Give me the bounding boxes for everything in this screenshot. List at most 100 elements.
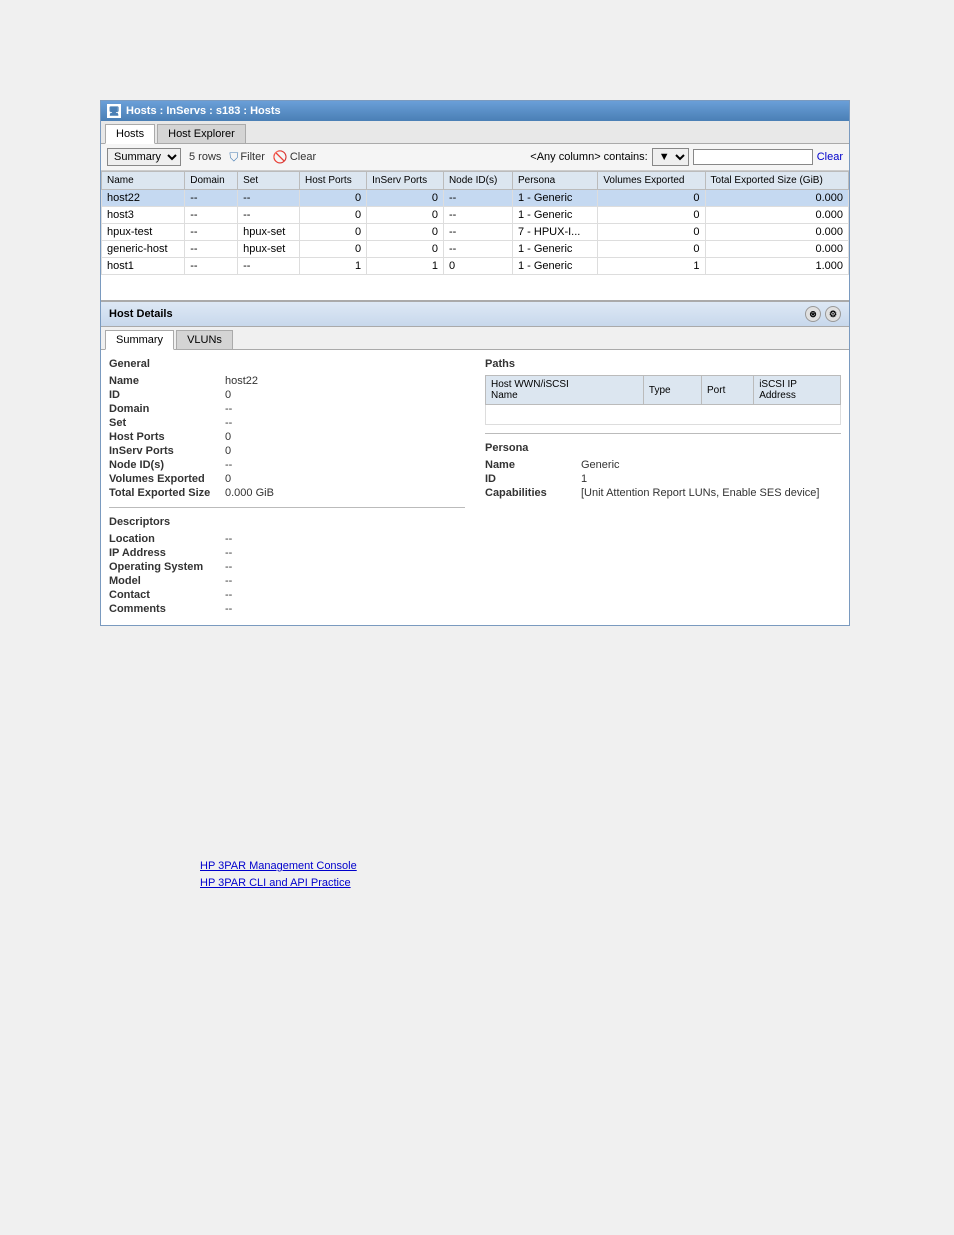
field-label: Set: [109, 417, 219, 429]
cell-volumes_exported: 0: [598, 224, 705, 241]
cell-node_id: --: [443, 224, 512, 241]
general-field-row: ID0: [109, 389, 465, 401]
section-title: Host Details: [109, 308, 173, 320]
tab-vluns[interactable]: VLUNs: [176, 330, 233, 349]
col-persona[interactable]: Persona: [512, 172, 597, 190]
paths-col-type[interactable]: Type: [643, 376, 701, 405]
field-value: [Unit Attention Report LUNs, Enable SES …: [581, 487, 819, 499]
field-label: Node ID(s): [109, 459, 219, 471]
paths-col-iscsi-ip[interactable]: iSCSI IPAddress: [754, 376, 841, 405]
footer-link-2[interactable]: HP 3PAR CLI and API Practice: [200, 877, 357, 889]
cell-name: host22: [102, 190, 185, 207]
clear-icon: 🚫: [273, 150, 288, 164]
details-right: Paths Host WWN/iSCSIName Type Port iSCSI…: [485, 358, 841, 617]
field-value: 0.000 GiB: [225, 487, 274, 499]
paths-col-wwn[interactable]: Host WWN/iSCSIName: [486, 376, 644, 405]
field-label: Comments: [109, 603, 219, 615]
cell-persona: 1 - Generic: [512, 207, 597, 224]
table-row[interactable]: host22----00--1 - Generic00.000: [102, 190, 849, 207]
field-value: 0: [225, 473, 231, 485]
field-label: ID: [485, 473, 575, 485]
cell-total_exported_size: 0.000: [705, 190, 848, 207]
title-bar: 🖥 Hosts : InServs : s183 : Hosts: [101, 101, 849, 121]
general-field-row: Host Ports0: [109, 431, 465, 443]
cell-domain: --: [185, 241, 238, 258]
section-icons: ⊛ ⚙: [805, 306, 841, 322]
table-row[interactable]: host1----1101 - Generic11.000: [102, 258, 849, 275]
field-label: Capabilities: [485, 487, 575, 499]
cell-persona: 1 - Generic: [512, 190, 597, 207]
cell-name: host1: [102, 258, 185, 275]
table-row[interactable]: hpux-test--hpux-set00--7 - HPUX-I...00.0…: [102, 224, 849, 241]
field-value: --: [225, 533, 232, 545]
general-field-row: Volumes Exported0: [109, 473, 465, 485]
toolbar: Summary 5 rows ⛉ Filter 🚫 Clear <Any col…: [101, 144, 849, 171]
section-icon-2[interactable]: ⚙: [825, 306, 841, 322]
field-value: 0: [225, 445, 231, 457]
col-node-id[interactable]: Node ID(s): [443, 172, 512, 190]
general-field-row: Namehost22: [109, 375, 465, 387]
tab-summary[interactable]: Summary: [105, 330, 174, 350]
cell-set: --: [238, 190, 300, 207]
col-set[interactable]: Set: [238, 172, 300, 190]
descriptor-field-row: Contact--: [109, 589, 465, 601]
field-value: host22: [225, 375, 258, 387]
table-row[interactable]: generic-host--hpux-set00--1 - Generic00.…: [102, 241, 849, 258]
general-field-row: Domain--: [109, 403, 465, 415]
cell-host_ports: 0: [300, 190, 367, 207]
col-total-exported-size[interactable]: Total Exported Size (GiB): [705, 172, 848, 190]
column-select[interactable]: ▼: [652, 148, 689, 166]
cell-volumes_exported: 1: [598, 258, 705, 275]
cell-persona: 1 - Generic: [512, 241, 597, 258]
details-content: General Namehost22ID0Domain--Set--Host P…: [101, 350, 849, 625]
persona-field-row: Capabilities [Unit Attention Report LUNs,…: [485, 487, 841, 499]
cell-total_exported_size: 0.000: [705, 224, 848, 241]
col-domain[interactable]: Domain: [185, 172, 238, 190]
cell-inserv_ports: 0: [367, 224, 444, 241]
cell-persona: 7 - HPUX-I...: [512, 224, 597, 241]
col-name[interactable]: Name: [102, 172, 185, 190]
descriptor-field-row: IP Address--: [109, 547, 465, 559]
field-label: Host Ports: [109, 431, 219, 443]
col-host-ports[interactable]: Host Ports: [300, 172, 367, 190]
general-title: General: [109, 358, 465, 370]
main-window: 🖥 Hosts : InServs : s183 : Hosts Hosts H…: [100, 100, 850, 626]
persona-title: Persona: [485, 442, 841, 454]
cell-name: generic-host: [102, 241, 185, 258]
descriptor-field-row: Operating System--: [109, 561, 465, 573]
field-value: Generic: [581, 459, 620, 471]
field-label: ID: [109, 389, 219, 401]
col-volumes-exported[interactable]: Volumes Exported: [598, 172, 705, 190]
filter-icon: ⛉: [229, 150, 238, 165]
persona-field-row: ID1: [485, 473, 841, 485]
paths-col-port[interactable]: Port: [702, 376, 754, 405]
table-row[interactable]: host3----00--1 - Generic00.000: [102, 207, 849, 224]
cell-name: hpux-test: [102, 224, 185, 241]
cell-set: hpux-set: [238, 224, 300, 241]
tab-host-explorer[interactable]: Host Explorer: [157, 124, 246, 143]
paths-table: Host WWN/iSCSIName Type Port iSCSI IPAdd…: [485, 375, 841, 425]
filter-button[interactable]: ⛉ Filter: [229, 150, 264, 165]
clear-button[interactable]: 🚫 Clear: [273, 150, 316, 164]
table-header-row: Name Domain Set Host Ports InServ Ports …: [102, 172, 849, 190]
footer-link-1[interactable]: HP 3PAR Management Console: [200, 860, 357, 872]
hosts-table: Name Domain Set Host Ports InServ Ports …: [101, 171, 849, 275]
cell-host_ports: 0: [300, 241, 367, 258]
clear-search-link[interactable]: Clear: [817, 151, 843, 163]
field-value: --: [225, 459, 232, 471]
filter-label: Filter: [240, 151, 264, 163]
tab-hosts[interactable]: Hosts: [105, 124, 155, 144]
section-icon-1[interactable]: ⊛: [805, 306, 821, 322]
field-value: --: [225, 417, 232, 429]
field-label: Contact: [109, 589, 219, 601]
field-value: --: [225, 603, 232, 615]
search-input[interactable]: [693, 149, 813, 165]
table-area: Name Domain Set Host Ports InServ Ports …: [101, 171, 849, 301]
general-fields: Namehost22ID0Domain--Set--Host Ports0InS…: [109, 375, 465, 499]
view-select[interactable]: Summary: [107, 148, 181, 166]
cell-volumes_exported: 0: [598, 190, 705, 207]
cell-domain: --: [185, 190, 238, 207]
col-inserv-ports[interactable]: InServ Ports: [367, 172, 444, 190]
general-field-row: Set --: [109, 417, 465, 429]
footer-area: HP 3PAR Management Console HP 3PAR CLI a…: [100, 850, 457, 904]
